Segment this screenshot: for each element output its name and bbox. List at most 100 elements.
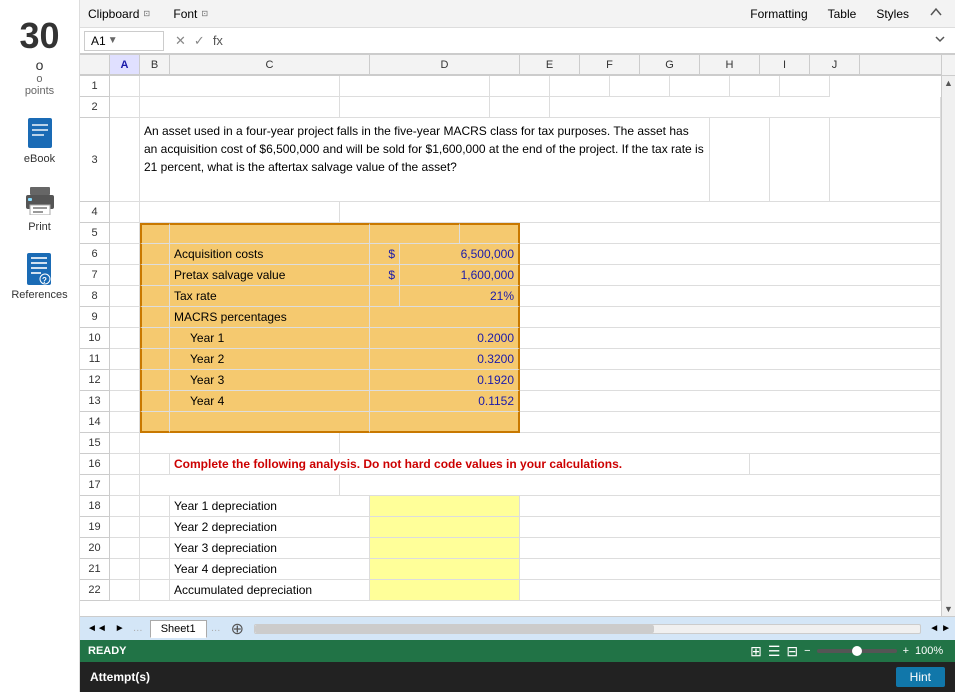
cell-a2[interactable] xyxy=(110,97,140,118)
cell-rest20[interactable] xyxy=(520,538,941,559)
cell-d8-value[interactable]: 21% xyxy=(400,286,520,307)
cell-d12[interactable]: 0.1920 xyxy=(370,370,520,391)
cell-a1[interactable] xyxy=(110,76,140,97)
cell-e1[interactable] xyxy=(490,76,550,97)
cell-d5-right[interactable] xyxy=(460,223,520,244)
row-header-1[interactable]: 1 xyxy=(80,76,110,97)
name-box-dropdown[interactable]: ▼ xyxy=(108,35,118,46)
cell-a13[interactable] xyxy=(110,391,140,412)
cell-b9[interactable] xyxy=(140,307,170,328)
col-header-a[interactable]: A xyxy=(110,55,140,75)
cell-c21[interactable]: Year 4 depreciation xyxy=(170,559,370,580)
cell-a8[interactable] xyxy=(110,286,140,307)
cell-c12[interactable]: Year 3 xyxy=(170,370,370,391)
sheet-more-tabs[interactable]: … xyxy=(207,621,225,636)
cell-c20[interactable]: Year 3 depreciation xyxy=(170,538,370,559)
sheet-tab-sheet1[interactable]: Sheet1 xyxy=(150,620,207,638)
cell-a15[interactable] xyxy=(110,433,140,454)
scroll-down-btn[interactable]: ▼ xyxy=(943,602,955,616)
cell-d22[interactable] xyxy=(370,580,520,601)
row-header-3[interactable]: 3 xyxy=(80,118,110,202)
formula-expand[interactable] xyxy=(929,32,951,49)
cell-a3[interactable] xyxy=(110,118,140,202)
ribbon-collapse-icon[interactable] xyxy=(929,5,943,19)
row-header-8[interactable]: 8 xyxy=(80,286,110,307)
cell-rest5[interactable] xyxy=(520,223,941,244)
add-sheet-btn[interactable]: ⊕ xyxy=(225,619,250,639)
grid-view-icon[interactable]: ⊞ xyxy=(750,643,762,660)
row-header-12[interactable]: 12 xyxy=(80,370,110,391)
clipboard-expand[interactable]: ⊡ xyxy=(143,9,153,19)
cell-c18[interactable]: Year 1 depreciation xyxy=(170,496,370,517)
cell-c5[interactable] xyxy=(170,223,370,244)
cell-rest7[interactable] xyxy=(520,265,941,286)
cell-rest10[interactable] xyxy=(520,328,941,349)
cell-rest19[interactable] xyxy=(520,517,941,538)
cell-d18[interactable] xyxy=(370,496,520,517)
row-header-21[interactable]: 21 xyxy=(80,559,110,580)
cell-d9[interactable] xyxy=(370,307,520,328)
h-scroll-right[interactable]: ► xyxy=(941,623,951,634)
cell-d19[interactable] xyxy=(370,517,520,538)
row-header-10[interactable]: 10 xyxy=(80,328,110,349)
row-header-4[interactable]: 4 xyxy=(80,202,110,223)
zoom-minus[interactable]: − xyxy=(804,645,810,657)
row-header-14[interactable]: 14 xyxy=(80,412,110,433)
col-header-c[interactable]: C xyxy=(170,55,370,75)
cell-rest15[interactable] xyxy=(340,433,941,454)
cell-c15[interactable] xyxy=(140,433,340,454)
row-header-16[interactable]: 16 xyxy=(80,454,110,475)
cell-d7-value[interactable]: 1,600,000 xyxy=(400,265,520,286)
cell-rest2[interactable] xyxy=(550,97,941,118)
row-header-2[interactable]: 2 xyxy=(80,97,110,118)
cell-a12[interactable] xyxy=(110,370,140,391)
cell-b22[interactable] xyxy=(140,580,170,601)
cell-b6[interactable] xyxy=(140,244,170,265)
cell-d6-dollar[interactable]: $ xyxy=(370,244,400,265)
cell-b7[interactable] xyxy=(140,265,170,286)
cell-c13[interactable]: Year 4 xyxy=(170,391,370,412)
cell-c16-instruction[interactable]: Complete the following analysis. Do not … xyxy=(170,454,750,475)
cell-f3[interactable] xyxy=(770,118,830,202)
cell-rest21[interactable] xyxy=(520,559,941,580)
h-scroll-thumb[interactable] xyxy=(255,625,654,633)
cell-a16[interactable] xyxy=(110,454,140,475)
cancel-formula-btn[interactable]: ✕ xyxy=(172,33,189,49)
cell-rest22[interactable] xyxy=(520,580,941,601)
hint-button[interactable]: Hint xyxy=(896,667,945,687)
cell-c11[interactable]: Year 2 xyxy=(170,349,370,370)
cell-c2[interactable] xyxy=(140,97,340,118)
cell-b5[interactable] xyxy=(140,223,170,244)
cell-c14[interactable] xyxy=(170,412,370,433)
row-header-15[interactable]: 15 xyxy=(80,433,110,454)
cell-d2[interactable] xyxy=(340,97,490,118)
row-header-9[interactable]: 9 xyxy=(80,307,110,328)
cell-a18[interactable] xyxy=(110,496,140,517)
cell-a7[interactable] xyxy=(110,265,140,286)
cell-b12[interactable] xyxy=(140,370,170,391)
row-header-7[interactable]: 7 xyxy=(80,265,110,286)
cell-b18[interactable] xyxy=(140,496,170,517)
cell-rest8[interactable] xyxy=(520,286,941,307)
col-header-e[interactable]: E xyxy=(520,55,580,75)
cell-c6[interactable]: Acquisition costs xyxy=(170,244,370,265)
cell-c4[interactable] xyxy=(140,202,340,223)
page-view-icon[interactable]: ☰ xyxy=(768,643,781,660)
cell-rest17[interactable] xyxy=(340,475,941,496)
cell-i1[interactable] xyxy=(730,76,780,97)
cell-b10[interactable] xyxy=(140,328,170,349)
row-header-20[interactable]: 20 xyxy=(80,538,110,559)
cell-d13[interactable]: 0.1152 xyxy=(370,391,520,412)
horizontal-scrollbar[interactable] xyxy=(254,624,921,634)
sidebar-item-references[interactable]: ? References xyxy=(11,253,67,301)
cell-a11[interactable] xyxy=(110,349,140,370)
cell-d20[interactable] xyxy=(370,538,520,559)
row-header-22[interactable]: 22 xyxy=(80,580,110,601)
cell-c3-problem[interactable]: An asset used in a four-year project fal… xyxy=(140,118,710,202)
cell-h1[interactable] xyxy=(670,76,730,97)
cell-d10[interactable]: 0.2000 xyxy=(370,328,520,349)
cell-c17[interactable] xyxy=(140,475,340,496)
row-header-5[interactable]: 5 xyxy=(80,223,110,244)
row-header-17[interactable]: 17 xyxy=(80,475,110,496)
h-scroll-left[interactable]: ◄ xyxy=(929,623,939,634)
